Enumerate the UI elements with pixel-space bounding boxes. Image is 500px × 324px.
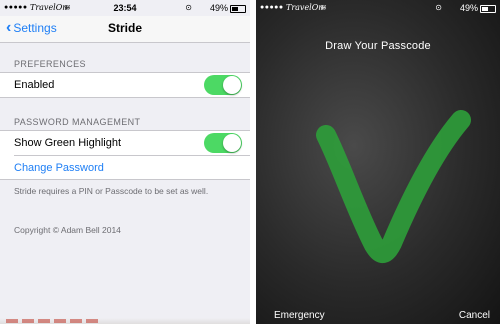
- passcode-screen: ●●●●● TravelOn ≋ ⊙ 49% Draw Your Passcod…: [256, 0, 500, 324]
- passcode-note: Stride requires a PIN or Passcode to be …: [14, 186, 209, 196]
- navigation-bar: ‹ Settings Stride: [0, 16, 250, 43]
- enabled-toggle[interactable]: [204, 75, 242, 95]
- change-password-link[interactable]: Change Password: [14, 162, 104, 174]
- passcode-stroke: [316, 110, 471, 263]
- copyright-text: Copyright © Adam Bell 2014: [14, 225, 121, 235]
- battery-icon: [230, 5, 246, 13]
- cancel-button[interactable]: Cancel: [459, 310, 490, 321]
- highlight-toggle[interactable]: [204, 133, 242, 153]
- toggle-knob: [223, 134, 241, 152]
- rotation-lock-icon: ⊙: [435, 3, 442, 12]
- section-header-preferences: PREFERENCES: [14, 59, 86, 69]
- settings-screen: ●●●●● TravelOn ≋ 23:54 ⊙ 49% ‹ Settings …: [0, 0, 250, 324]
- page-title: Stride: [107, 21, 142, 35]
- highlight-label: Show Green Highlight: [14, 137, 122, 149]
- battery-icon: [480, 5, 496, 13]
- draw-passcode-title: Draw Your Passcode: [325, 40, 431, 52]
- battery-percent: 49%: [459, 3, 478, 13]
- rotation-lock-icon: ⊙: [185, 3, 192, 12]
- bottom-decoration: [6, 319, 98, 323]
- status-bar: ●●●●● TravelOn ≋ ⊙ 49%: [256, 0, 500, 16]
- section-header-password-management: PASSWORD MANAGEMENT: [14, 117, 141, 127]
- signal-dots-icon: ●●●●●: [260, 4, 284, 11]
- status-bar: ●●●●● TravelOn ≋ 23:54 ⊙ 49%: [0, 0, 250, 16]
- row-divider: [14, 155, 250, 156]
- password-group: Show Green Highlight Change Password: [0, 130, 250, 180]
- enabled-label: Enabled: [14, 79, 55, 91]
- emergency-button[interactable]: Emergency: [274, 310, 325, 321]
- carrier-name: TravelOn: [286, 3, 324, 12]
- wifi-icon: ≋: [320, 3, 327, 12]
- battery-percent: 49%: [209, 3, 228, 13]
- toggle-knob: [223, 76, 241, 94]
- passcode-drawing-area[interactable]: [256, 95, 500, 275]
- enabled-row: Enabled: [0, 72, 250, 98]
